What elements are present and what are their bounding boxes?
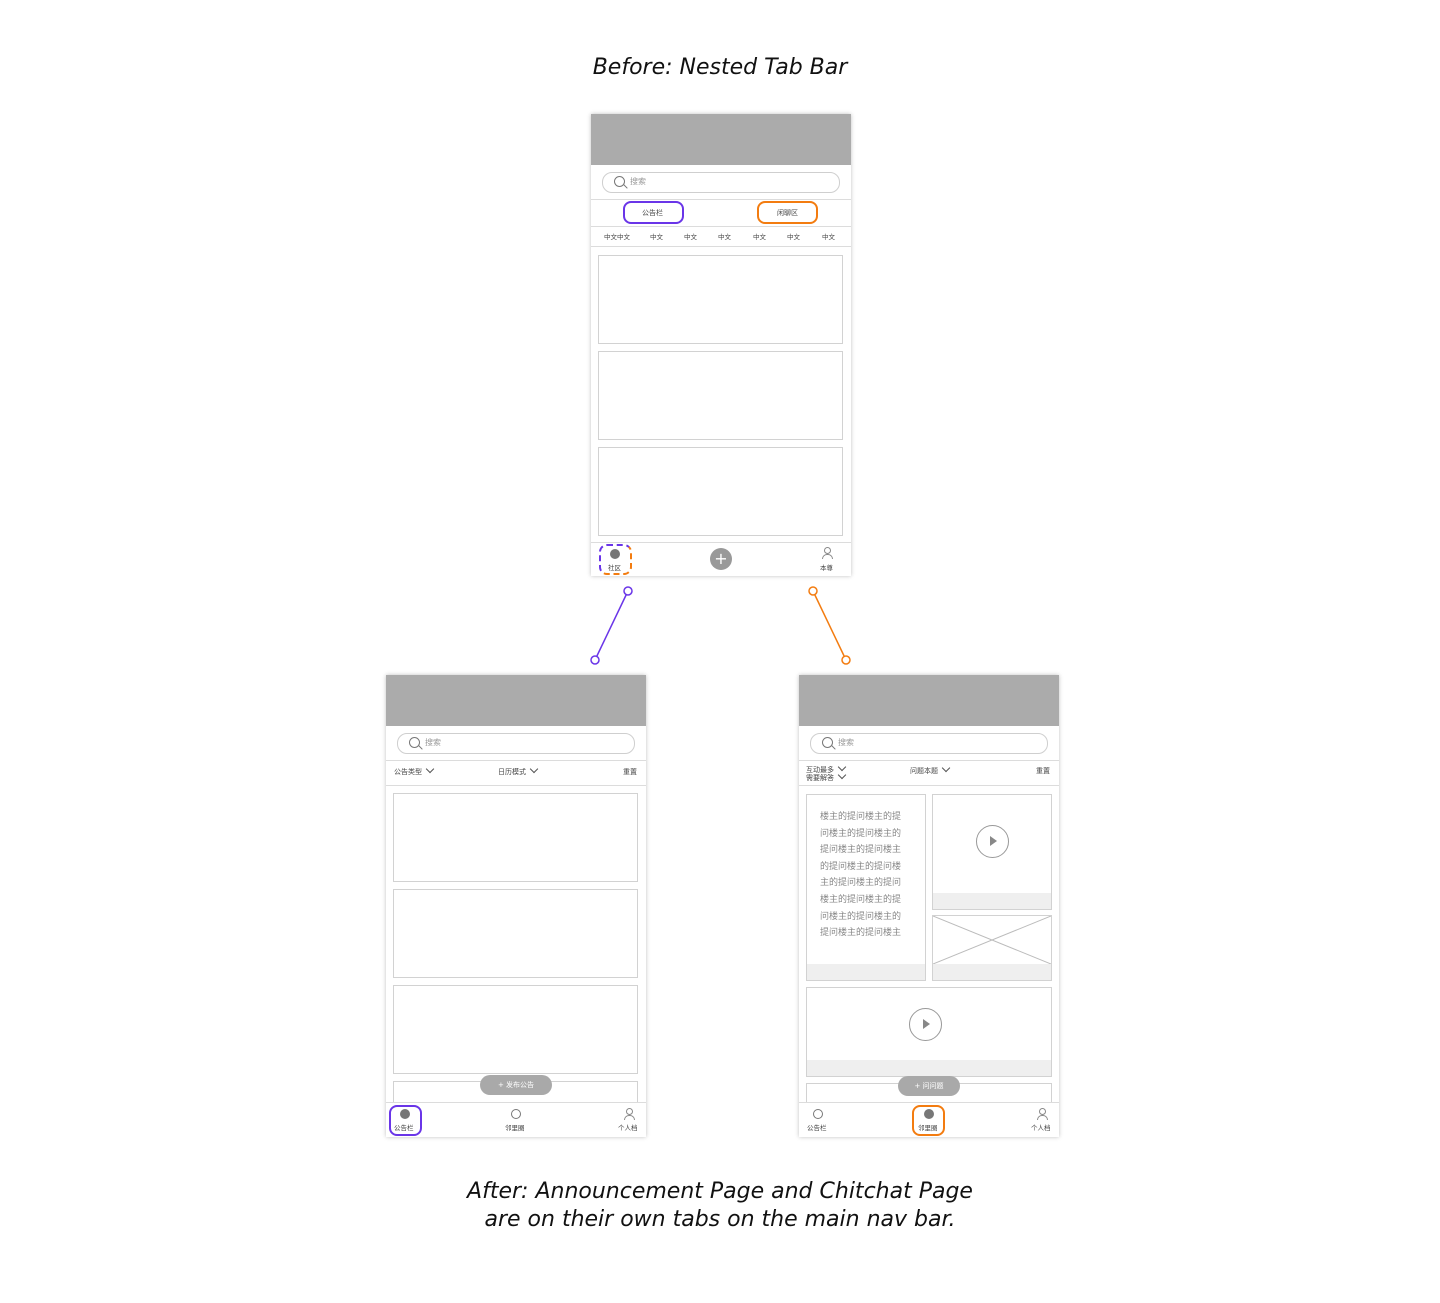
nav-divider xyxy=(591,542,851,543)
nav-neighborhood[interactable]: 邻里圈 xyxy=(918,1122,938,1132)
header-bar xyxy=(591,114,851,165)
card-footer xyxy=(807,964,925,980)
search-icon xyxy=(614,176,625,187)
video-post-card-wide[interactable] xyxy=(806,987,1052,1077)
search-input[interactable]: 搜索 xyxy=(397,733,635,754)
filter-topic[interactable]: 问题本题 xyxy=(910,763,951,776)
content-card[interactable] xyxy=(598,351,843,440)
play-icon[interactable] xyxy=(909,1008,942,1041)
connector-chitchat-end-dot xyxy=(841,655,851,665)
subtab-7[interactable]: 中文 xyxy=(822,231,835,241)
post-text-line: 主的提问楼主的提问 xyxy=(820,878,902,889)
announcement-card[interactable] xyxy=(393,793,638,882)
divider xyxy=(386,785,646,786)
announcement-card[interactable] xyxy=(393,985,638,1074)
subtab-6[interactable]: 中文 xyxy=(787,231,800,241)
chevron-down-icon xyxy=(529,764,539,774)
post-text-line: 楼主的提问楼主的提 xyxy=(820,894,902,905)
content-card[interactable] xyxy=(598,447,843,536)
ask-question-button[interactable]: + 问问题 xyxy=(898,1076,960,1096)
search-input[interactable]: 搜索 xyxy=(810,733,1048,754)
globe-icon xyxy=(400,1109,410,1119)
filter-announcement-type[interactable]: 公告类型 xyxy=(394,764,435,777)
post-text-line: 问楼主的提问楼主的 xyxy=(820,911,902,922)
divider xyxy=(799,785,1059,786)
globe-icon xyxy=(924,1109,934,1119)
play-icon[interactable] xyxy=(976,825,1009,858)
publish-announcement-button[interactable]: + 发布公告 xyxy=(480,1075,552,1095)
globe-icon xyxy=(610,549,620,559)
post-text-line: 的提问楼主的提问楼 xyxy=(820,861,902,872)
nav-profile[interactable]: 个人档 xyxy=(1031,1122,1051,1132)
chevron-down-icon xyxy=(941,763,951,773)
announcement-phone: 搜索 公告类型 日历模式 重置 + 发布公告 公告栏 邻里圈 个人档 xyxy=(386,675,646,1137)
nav-announcement[interactable]: 公告栏 xyxy=(394,1122,414,1132)
post-text: 楼主的提问楼主的提 问楼主的提问楼主的 提问楼主的提问楼主 的提问楼主的提问楼 … xyxy=(820,809,901,942)
person-icon xyxy=(1037,1108,1048,1120)
filter-label: 需要解答 xyxy=(806,774,834,782)
search-input[interactable]: 搜索 xyxy=(602,172,840,193)
filter-label: 公告类型 xyxy=(394,768,422,776)
divider xyxy=(591,246,851,247)
subtab-4[interactable]: 中文 xyxy=(718,231,731,241)
subtab-2[interactable]: 中文 xyxy=(650,231,663,241)
connector-announcement xyxy=(594,590,629,661)
globe-outline-icon xyxy=(511,1109,521,1119)
post-text-line: 问楼主的提问楼主的 xyxy=(820,828,902,839)
divider xyxy=(386,760,646,761)
card-footer xyxy=(807,1060,1051,1076)
search-icon xyxy=(409,737,420,748)
filter-calendar-mode[interactable]: 日历模式 xyxy=(498,764,539,777)
divider xyxy=(799,760,1059,761)
before-phone: 搜索 公告栏 闲聊区 中文中文 中文 中文 中文 中文 中文 中文 社区 + 本… xyxy=(591,114,851,576)
connector-chitchat xyxy=(812,590,847,661)
announcement-card[interactable] xyxy=(393,889,638,978)
plus-icon[interactable]: + xyxy=(710,548,732,570)
divider xyxy=(591,226,851,227)
chitchat-phone: 搜索 互动最多 需要解答 问题本题 重置 楼主的提问楼主的提 问楼主的提问楼主的… xyxy=(799,675,1059,1137)
card-footer xyxy=(933,964,1051,980)
header-bar xyxy=(386,675,646,726)
nav-community[interactable]: 社区 xyxy=(608,562,621,572)
search-placeholder: 搜索 xyxy=(630,177,646,186)
person-icon xyxy=(624,1108,635,1120)
post-text-line: 楼主的提问楼主的提 xyxy=(820,812,902,822)
post-text-line: 提问楼主的提问楼主 xyxy=(820,928,902,939)
tab-chitchat[interactable]: 闲聊区 xyxy=(777,208,798,218)
connector-announcement-end-dot xyxy=(590,655,600,665)
card-footer xyxy=(933,893,1051,909)
reset-button[interactable]: 重置 xyxy=(1036,766,1050,776)
nav-neighborhood[interactable]: 邻里圈 xyxy=(505,1122,525,1132)
globe-outline-icon xyxy=(813,1109,823,1119)
subtab-1[interactable]: 中文中文 xyxy=(604,231,630,241)
subtab-5[interactable]: 中文 xyxy=(753,231,766,241)
connector-chitchat-start-dot xyxy=(808,586,818,596)
post-text-line: 提问楼主的提问楼主 xyxy=(820,845,902,856)
chevron-down-icon xyxy=(425,764,435,774)
subtab-3[interactable]: 中文 xyxy=(684,231,697,241)
reset-button[interactable]: 重置 xyxy=(623,767,637,777)
nav-profile[interactable]: 个人档 xyxy=(618,1122,638,1132)
search-placeholder: 搜索 xyxy=(425,738,441,747)
search-placeholder: 搜索 xyxy=(838,738,854,747)
person-icon xyxy=(822,547,833,559)
video-post-card[interactable] xyxy=(932,794,1052,910)
search-icon xyxy=(822,737,833,748)
text-post-card[interactable]: 楼主的提问楼主的提 问楼主的提问楼主的 提问楼主的提问楼主 的提问楼主的提问楼 … xyxy=(806,794,926,981)
filter-label: 互动最多 xyxy=(806,766,834,774)
header-bar xyxy=(799,675,1059,726)
nav-me[interactable]: 本尊 xyxy=(820,562,833,572)
tab-announcement[interactable]: 公告栏 xyxy=(642,208,663,218)
filter-sort[interactable]: 互动最多 需要解答 xyxy=(806,762,847,782)
chevron-down-icon xyxy=(837,770,847,780)
image-placeholder-icon xyxy=(933,916,1051,964)
nav-announcement[interactable]: 公告栏 xyxy=(807,1122,827,1132)
divider xyxy=(591,199,851,200)
filter-label: 日历模式 xyxy=(498,768,526,776)
content-card[interactable] xyxy=(598,255,843,344)
filter-label: 问题本题 xyxy=(910,767,938,775)
image-post-card[interactable] xyxy=(932,915,1052,981)
connector-announcement-start-dot xyxy=(623,586,633,596)
